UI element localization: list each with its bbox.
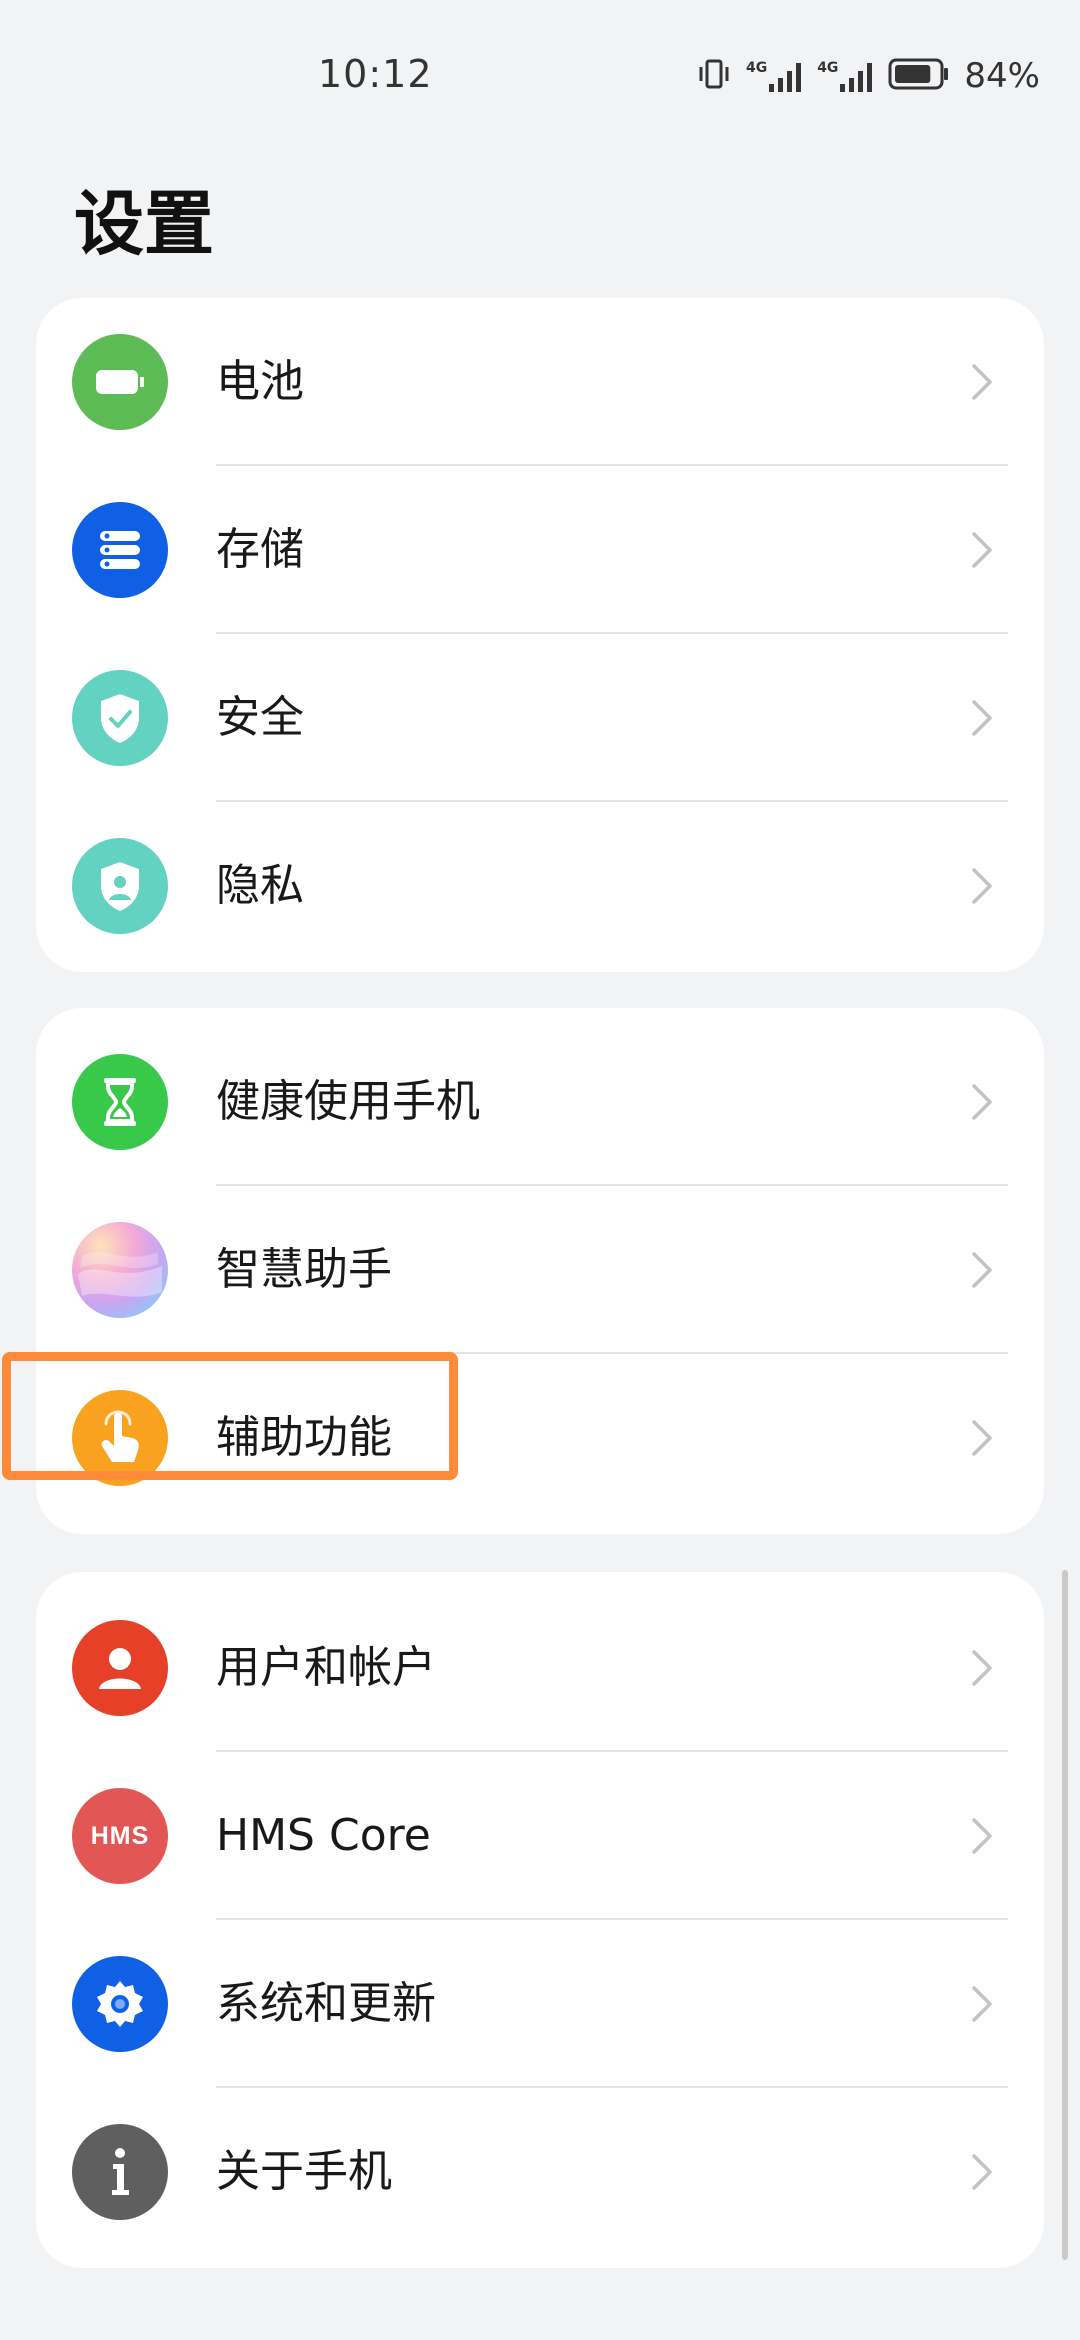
scrollbar[interactable] [1062,1570,1068,2260]
smart-assistant-icon [72,1222,168,1318]
settings-item-smart-assistant[interactable]: 智慧助手 [36,1186,1044,1354]
chevron-right-icon [972,1818,992,1854]
settings-item-privacy[interactable]: 隐私 [36,802,1044,970]
privacy-shield-icon [72,838,168,934]
settings-item-storage[interactable]: 存储 [36,466,1044,634]
status-time: 10:12 [318,52,433,96]
chevron-right-icon [972,2154,992,2190]
settings-item-label: 存储 [216,524,304,575]
hourglass-icon [72,1054,168,1150]
settings-screen: 10:12 4G 4G 84% 设置 电池 存储 安全 隐私 健康使用手机 智慧… [0,0,1080,2340]
settings-item-label: 安全 [216,692,304,743]
chevron-right-icon [972,1420,992,1456]
battery-percent: 84% [964,56,1040,96]
chevron-right-icon [972,868,992,904]
user-icon [72,1620,168,1716]
page-title: 设置 [74,183,214,265]
settings-item-battery[interactable]: 电池 [36,298,1044,466]
hms-icon: HMS [72,1788,168,1884]
vibrate-icon [696,56,732,96]
settings-item-label: 电池 [216,356,304,407]
security-shield-icon [72,670,168,766]
signal-icon-1: 4G [746,60,803,92]
hms-icon-text: HMS [90,1821,150,1850]
settings-item-digital-balance[interactable]: 健康使用手机 [36,1018,1044,1186]
chevron-right-icon [972,532,992,568]
signal-icon-2: 4G [817,60,874,92]
settings-item-label: 用户和帐户 [216,1642,436,1693]
settings-item-system-update[interactable]: 系统和更新 [36,1920,1044,2088]
settings-item-security[interactable]: 安全 [36,634,1044,802]
settings-item-label: HMS Core [216,1810,431,1861]
status-icons: 4G 4G 84% [696,54,1040,98]
chevron-right-icon [972,1986,992,2022]
battery-status-icon [888,58,950,94]
settings-item-about-phone[interactable]: 关于手机 [36,2088,1044,2256]
settings-group-3: 用户和帐户 HMS HMS Core 系统和更新 关于手机 [36,1572,1044,2268]
chevron-right-icon [972,1252,992,1288]
settings-item-hms-core[interactable]: HMS HMS Core [36,1752,1044,1920]
settings-item-users-accounts[interactable]: 用户和帐户 [36,1584,1044,1752]
storage-icon [72,502,168,598]
settings-item-label: 系统和更新 [216,1978,436,2029]
chevron-right-icon [972,1084,992,1120]
status-bar: 10:12 4G 4G 84% [0,0,1080,150]
battery-icon [72,334,168,430]
settings-item-label: 隐私 [216,860,304,911]
chevron-right-icon [972,364,992,400]
settings-item-label: 健康使用手机 [216,1076,480,1127]
chevron-right-icon [972,700,992,736]
settings-group-1: 电池 存储 安全 隐私 [36,298,1044,972]
gear-icon [72,1956,168,2052]
chevron-right-icon [972,1650,992,1686]
info-icon [72,2124,168,2220]
settings-item-label: 智慧助手 [216,1244,392,1295]
highlight-box [2,1352,458,1480]
settings-item-label: 关于手机 [216,2146,392,2197]
